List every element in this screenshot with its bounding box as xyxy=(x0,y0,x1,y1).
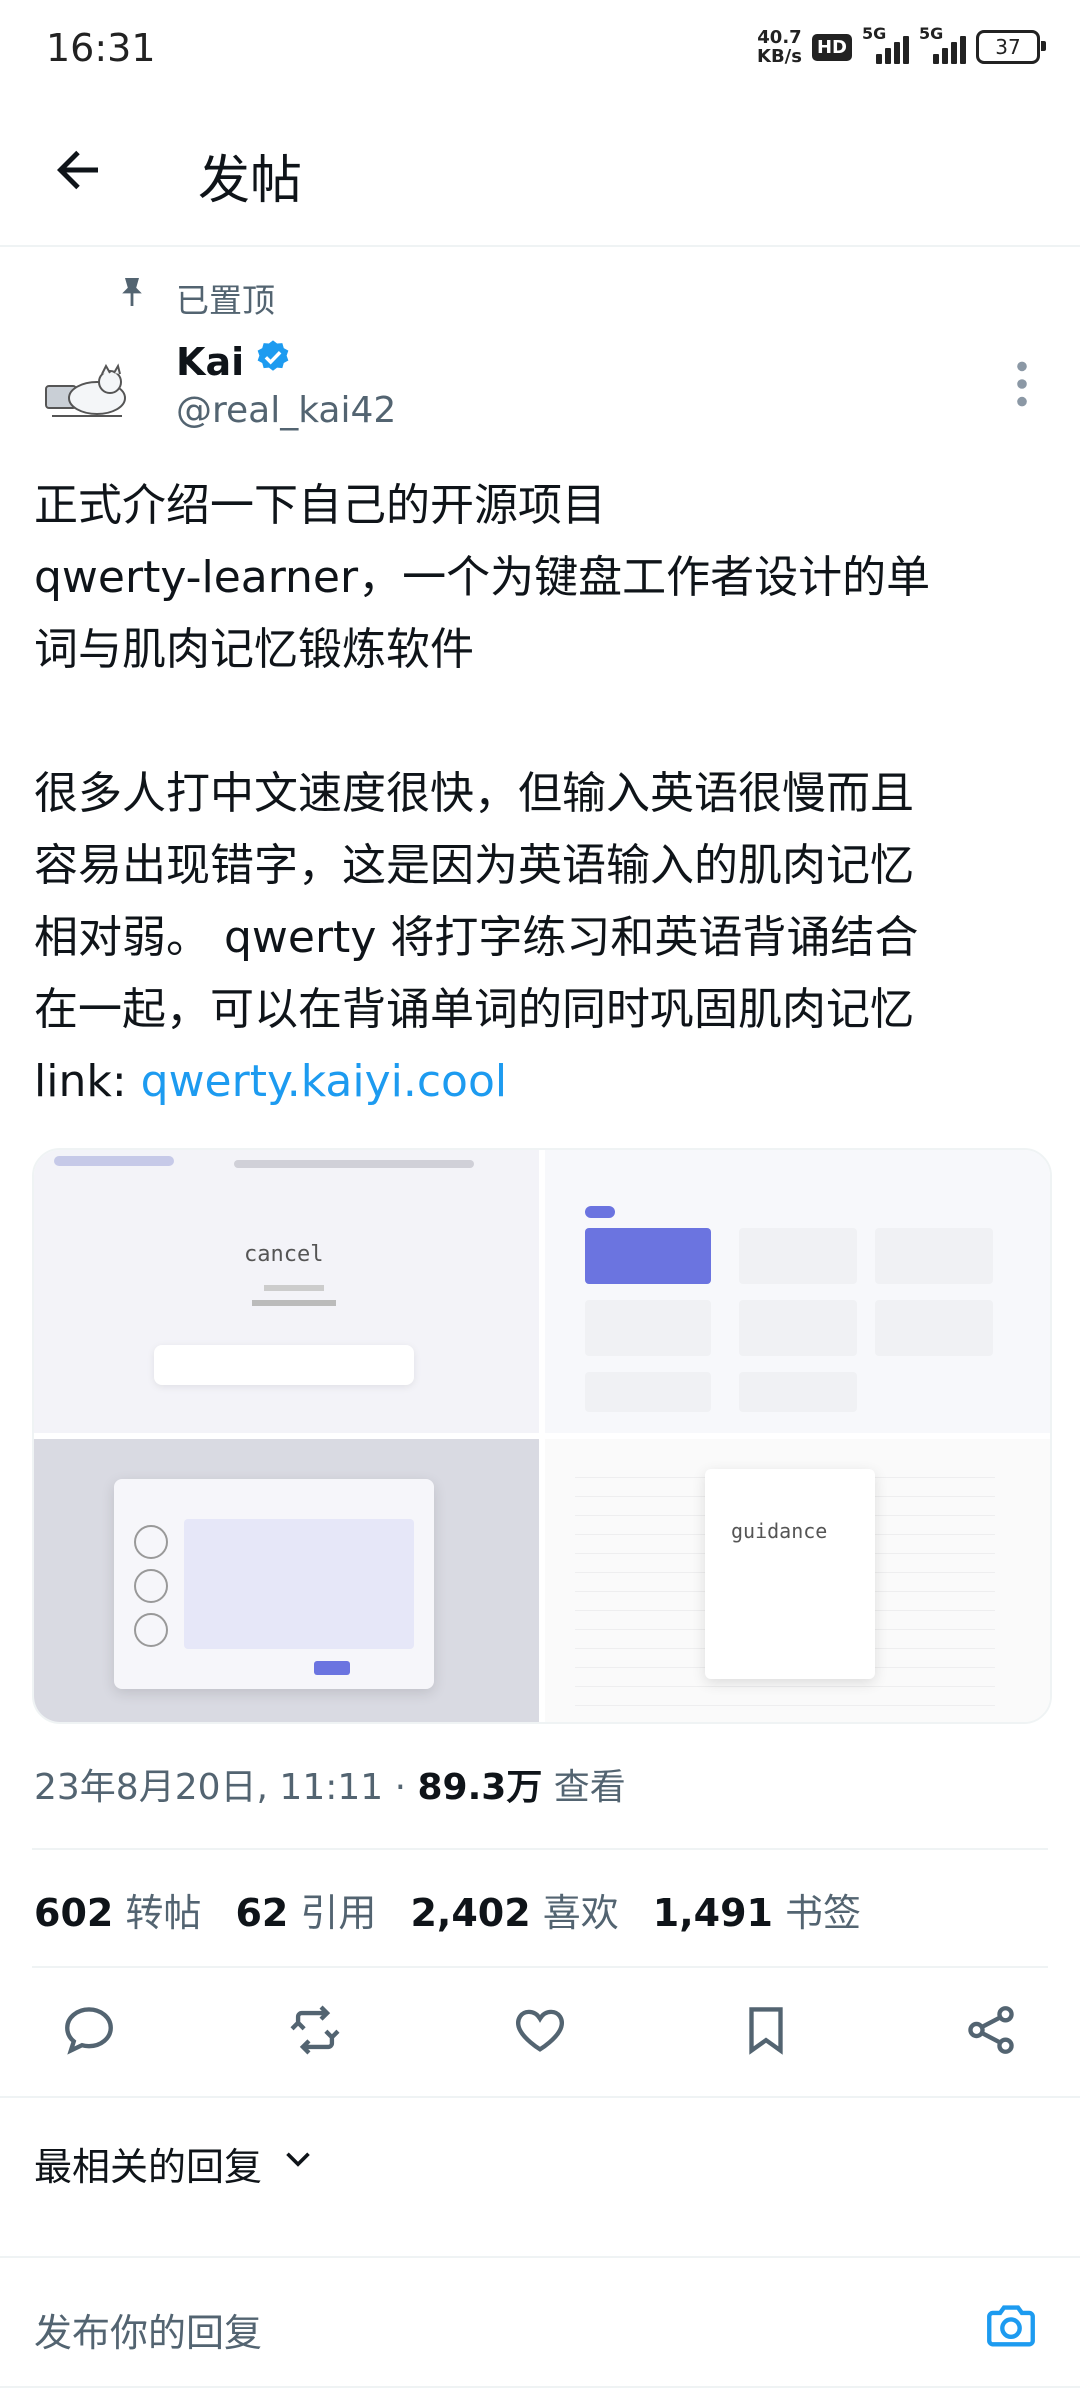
chevron-down-icon xyxy=(280,2141,316,2186)
more-options-icon[interactable] xyxy=(1010,360,1034,408)
actions-divider xyxy=(0,2096,1080,2098)
views-count: 89.3万 xyxy=(417,1767,543,1808)
reply-input[interactable]: 发布你的回复 xyxy=(34,2302,262,2357)
quotes-stat[interactable]: 62 引用 xyxy=(235,1882,376,1937)
author-name-row[interactable]: Kai xyxy=(176,338,292,385)
reply-sort-dropdown[interactable]: 最相关的回复 xyxy=(34,2136,316,2191)
tweet-text: 正式介绍一下自己的开源项目 qwerty-learner，一个为键盘工作者设计的… xyxy=(34,480,931,1107)
media-image-4[interactable]: guidance xyxy=(545,1439,1050,1722)
bookmark-icon[interactable] xyxy=(737,2001,795,2063)
author-handle[interactable]: @real_kai42 xyxy=(176,390,396,431)
media-grid[interactable]: cancel guidance xyxy=(32,1148,1052,1724)
header-divider xyxy=(0,245,1080,247)
signal-icon-2: 5G xyxy=(919,24,966,64)
share-icon[interactable] xyxy=(962,2001,1020,2063)
camera-icon[interactable] xyxy=(982,2296,1040,2354)
battery-icon: 37 xyxy=(976,30,1046,64)
pin-icon xyxy=(118,275,146,309)
media-image-2[interactable] xyxy=(545,1150,1050,1433)
meta-divider xyxy=(32,1848,1048,1850)
hd-icon: HD xyxy=(811,33,852,61)
action-bar xyxy=(60,1998,1020,2066)
tweet-link[interactable]: qwerty.kaiyi.cool xyxy=(141,1056,507,1107)
reply-icon[interactable] xyxy=(60,2001,118,2063)
page-title: 发帖 xyxy=(198,151,303,211)
timestamp: 23年8月20日, 11:11 · xyxy=(34,1767,418,1808)
likes-stat[interactable]: 2,402 喜欢 xyxy=(410,1882,618,1937)
reply-sort-label: 最相关的回复 xyxy=(34,2145,263,2189)
verified-badge-icon xyxy=(254,338,292,385)
reposts-stat[interactable]: 602 转帖 xyxy=(34,1882,201,1937)
stats-divider xyxy=(32,1966,1048,1968)
signal-icon: 5G xyxy=(862,24,909,64)
media-image-1[interactable]: cancel xyxy=(34,1150,539,1433)
pinned-label: 已置顶 xyxy=(176,281,275,320)
status-time: 16:31 xyxy=(46,26,156,70)
sort-divider xyxy=(0,2256,1080,2258)
views-label: 查看 xyxy=(542,1767,626,1808)
media-image-3[interactable] xyxy=(34,1439,539,1722)
network-speed: 40.7 KB/s xyxy=(757,27,802,67)
post-meta: 23年8月20日, 11:11 · 89.3万 查看 xyxy=(34,1758,626,1810)
like-icon[interactable] xyxy=(511,2001,569,2063)
engagement-stats: 602 转帖 62 引用 2,402 喜欢 1,491 书签 xyxy=(34,1882,861,1937)
repost-icon[interactable] xyxy=(286,2001,344,2063)
status-icons: 40.7 KB/s HD 5G 5G 37 xyxy=(757,24,1046,67)
bookmarks-stat[interactable]: 1,491 书签 xyxy=(653,1882,861,1937)
back-arrow-icon[interactable] xyxy=(48,140,108,200)
avatar[interactable] xyxy=(32,338,142,448)
author-name[interactable]: Kai xyxy=(176,340,244,384)
bottom-divider xyxy=(0,2386,1080,2388)
